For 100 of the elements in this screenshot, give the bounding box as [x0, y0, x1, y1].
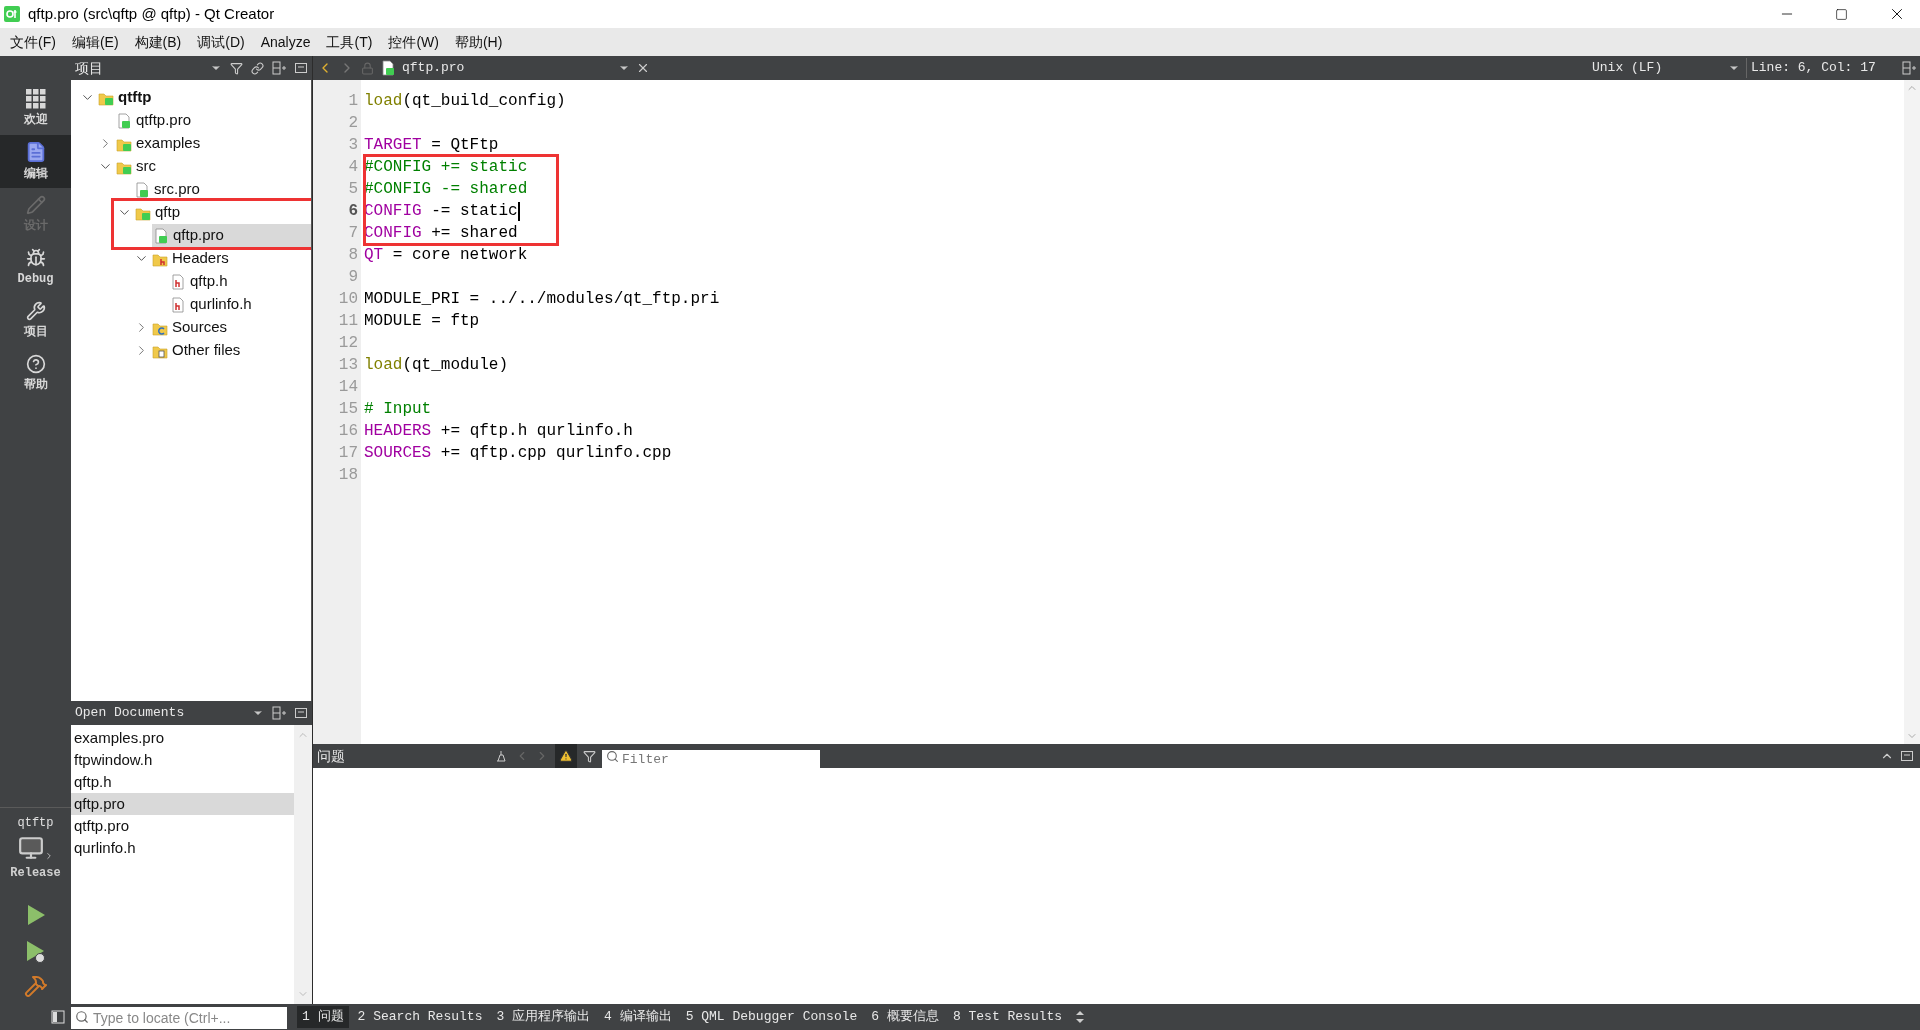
mode-tab[interactable]: 欢迎	[0, 82, 71, 135]
tree-item[interactable]: Headers	[151, 247, 311, 270]
tree-item[interactable]: src.pro	[133, 178, 311, 201]
line-number: 7	[347, 223, 359, 244]
open-document-item[interactable]: ftpwindow.h	[71, 749, 294, 771]
line-number: 1	[347, 91, 359, 112]
window-title: qftp.pro (src\qftp @ qftp) - Qt Creator	[28, 3, 275, 24]
output-tab[interactable]: 6 概要信息	[866, 1006, 944, 1028]
mode-tab[interactable]: 帮助	[0, 347, 71, 400]
project-file-icon	[134, 181, 150, 198]
split-icon[interactable]	[272, 61, 286, 75]
mode-tab[interactable]: 编辑	[0, 135, 71, 188]
line-number: 18	[337, 465, 359, 486]
line-number: 3	[347, 135, 359, 156]
output-tab[interactable]: 2 Search Results	[352, 1006, 488, 1028]
code-line: load(qt_module)	[364, 355, 509, 376]
output-tab[interactable]: 3 应用程序输出	[491, 1006, 596, 1028]
code-line: MODULE_PRI = ../../modules/qt_ftp.pri	[364, 289, 720, 310]
filter-icon[interactable]	[583, 749, 596, 763]
menu-item[interactable]: 编辑(E)	[63, 31, 127, 53]
tree-item[interactable]: qurlinfo.h	[169, 293, 311, 316]
line-number: 11	[337, 311, 359, 332]
open-document-item[interactable]: qtftp.pro	[71, 815, 294, 837]
panel-title: 问题	[317, 746, 346, 766]
header-file-icon	[170, 273, 186, 290]
locate-field[interactable]: Type to locate (Ctrl+...	[71, 1007, 287, 1029]
code-line: QT = core network	[364, 245, 528, 266]
tree-item[interactable]: qftp.h	[169, 270, 311, 293]
menu-item[interactable]: 控件(W)	[380, 31, 447, 53]
close-panel-icon[interactable]	[294, 61, 308, 75]
close-panel-icon[interactable]	[1900, 749, 1914, 763]
tree-item[interactable]: qtftp	[97, 86, 311, 109]
open-document-item[interactable]: examples.pro	[71, 727, 294, 749]
panel-title: 项目	[75, 58, 104, 78]
tree-item[interactable]: qftp	[134, 201, 311, 224]
mode-tab[interactable]: 项目	[0, 294, 71, 347]
project-label: qtftp	[17, 815, 54, 832]
line-number: 17	[337, 443, 359, 464]
clear-icon[interactable]	[495, 749, 509, 763]
code-line: CONFIG -= static	[364, 201, 518, 222]
tree-item[interactable]: Sources	[151, 316, 311, 339]
line-number: 14	[337, 377, 359, 398]
code-line: SOURCES += qftp.cpp qurlinfo.cpp	[364, 443, 672, 464]
code-line: HEADERS += qftp.h qurlinfo.h	[364, 421, 633, 442]
tree-item[interactable]: qtftp.pro	[115, 109, 311, 132]
project-file-icon	[116, 112, 132, 129]
search-icon	[606, 750, 619, 763]
mode-tab[interactable]: Debug	[0, 241, 71, 294]
split-icon[interactable]	[1902, 61, 1916, 75]
kit-selector[interactable]	[17, 835, 54, 861]
output-tab[interactable]: 5 QML Debugger Console	[680, 1006, 863, 1028]
search-icon	[75, 1010, 89, 1024]
line-number: 8	[347, 245, 359, 266]
line-ending-selector[interactable]: Unix (LF)	[1592, 58, 1722, 78]
menu-item[interactable]: 文件(F)	[2, 31, 64, 53]
build-config-label: Release	[10, 865, 61, 882]
menu-item[interactable]: 工具(T)	[318, 31, 381, 53]
project-file-icon	[380, 60, 396, 76]
build-icon[interactable]	[23, 974, 48, 998]
filter-field[interactable]: Filter	[602, 749, 820, 770]
close-document-icon[interactable]	[636, 61, 650, 75]
tree-item[interactable]: Other files	[151, 339, 311, 362]
open-document-item[interactable]: qurlinfo.h	[71, 837, 294, 859]
menu-item[interactable]: Analyze	[252, 31, 319, 53]
close-panel-icon[interactable]	[294, 706, 308, 720]
line-number: 4	[347, 157, 359, 178]
line-number: 5	[347, 179, 359, 200]
run-icon[interactable]	[25, 904, 46, 926]
panel-title: Open Documents	[75, 704, 186, 723]
monitor-icon	[17, 835, 44, 861]
output-tab[interactable]: 4 编译输出	[599, 1006, 677, 1028]
open-document-item[interactable]: qftp.pro	[71, 793, 294, 815]
code-line: # Input	[364, 399, 432, 420]
cursor-position[interactable]: Line: 6, Col: 17	[1746, 58, 1896, 78]
filter-icon[interactable]	[230, 61, 243, 75]
menu-item[interactable]: 帮助(H)	[446, 31, 511, 53]
line-number: 16	[337, 421, 359, 442]
output-tab[interactable]: 8 Test Results	[947, 1006, 1068, 1028]
link-icon[interactable]	[251, 61, 264, 75]
line-number: 6	[347, 201, 359, 222]
help-icon	[25, 353, 46, 374]
code-line: CONFIG += shared	[364, 223, 518, 244]
output-tab[interactable]: 1 问题	[297, 1006, 349, 1028]
restore-icon[interactable]	[1835, 7, 1848, 21]
debug-run-icon[interactable]	[24, 940, 47, 964]
tree-item[interactable]: qftp.pro	[152, 224, 311, 247]
tree-item[interactable]: examples	[115, 132, 311, 155]
up-down-arrow-icon[interactable]	[1075, 1010, 1086, 1024]
line-number: 15	[337, 399, 359, 420]
menu-item[interactable]: 构建(B)	[126, 31, 190, 53]
code-line: load(qt_build_config)	[364, 91, 566, 112]
app-logo-icon	[4, 6, 20, 22]
code-line: #CONFIG += static	[364, 157, 528, 178]
sidebar-toggle-icon[interactable]	[51, 1010, 65, 1024]
open-document-item[interactable]: qftp.h	[71, 771, 294, 793]
document-selector[interactable]: qftp.pro	[402, 58, 612, 78]
tree-item[interactable]: src	[115, 155, 311, 178]
split-icon[interactable]	[272, 706, 286, 720]
warning-icon[interactable]	[559, 749, 573, 763]
menu-item[interactable]: 调试(D)	[189, 31, 253, 53]
